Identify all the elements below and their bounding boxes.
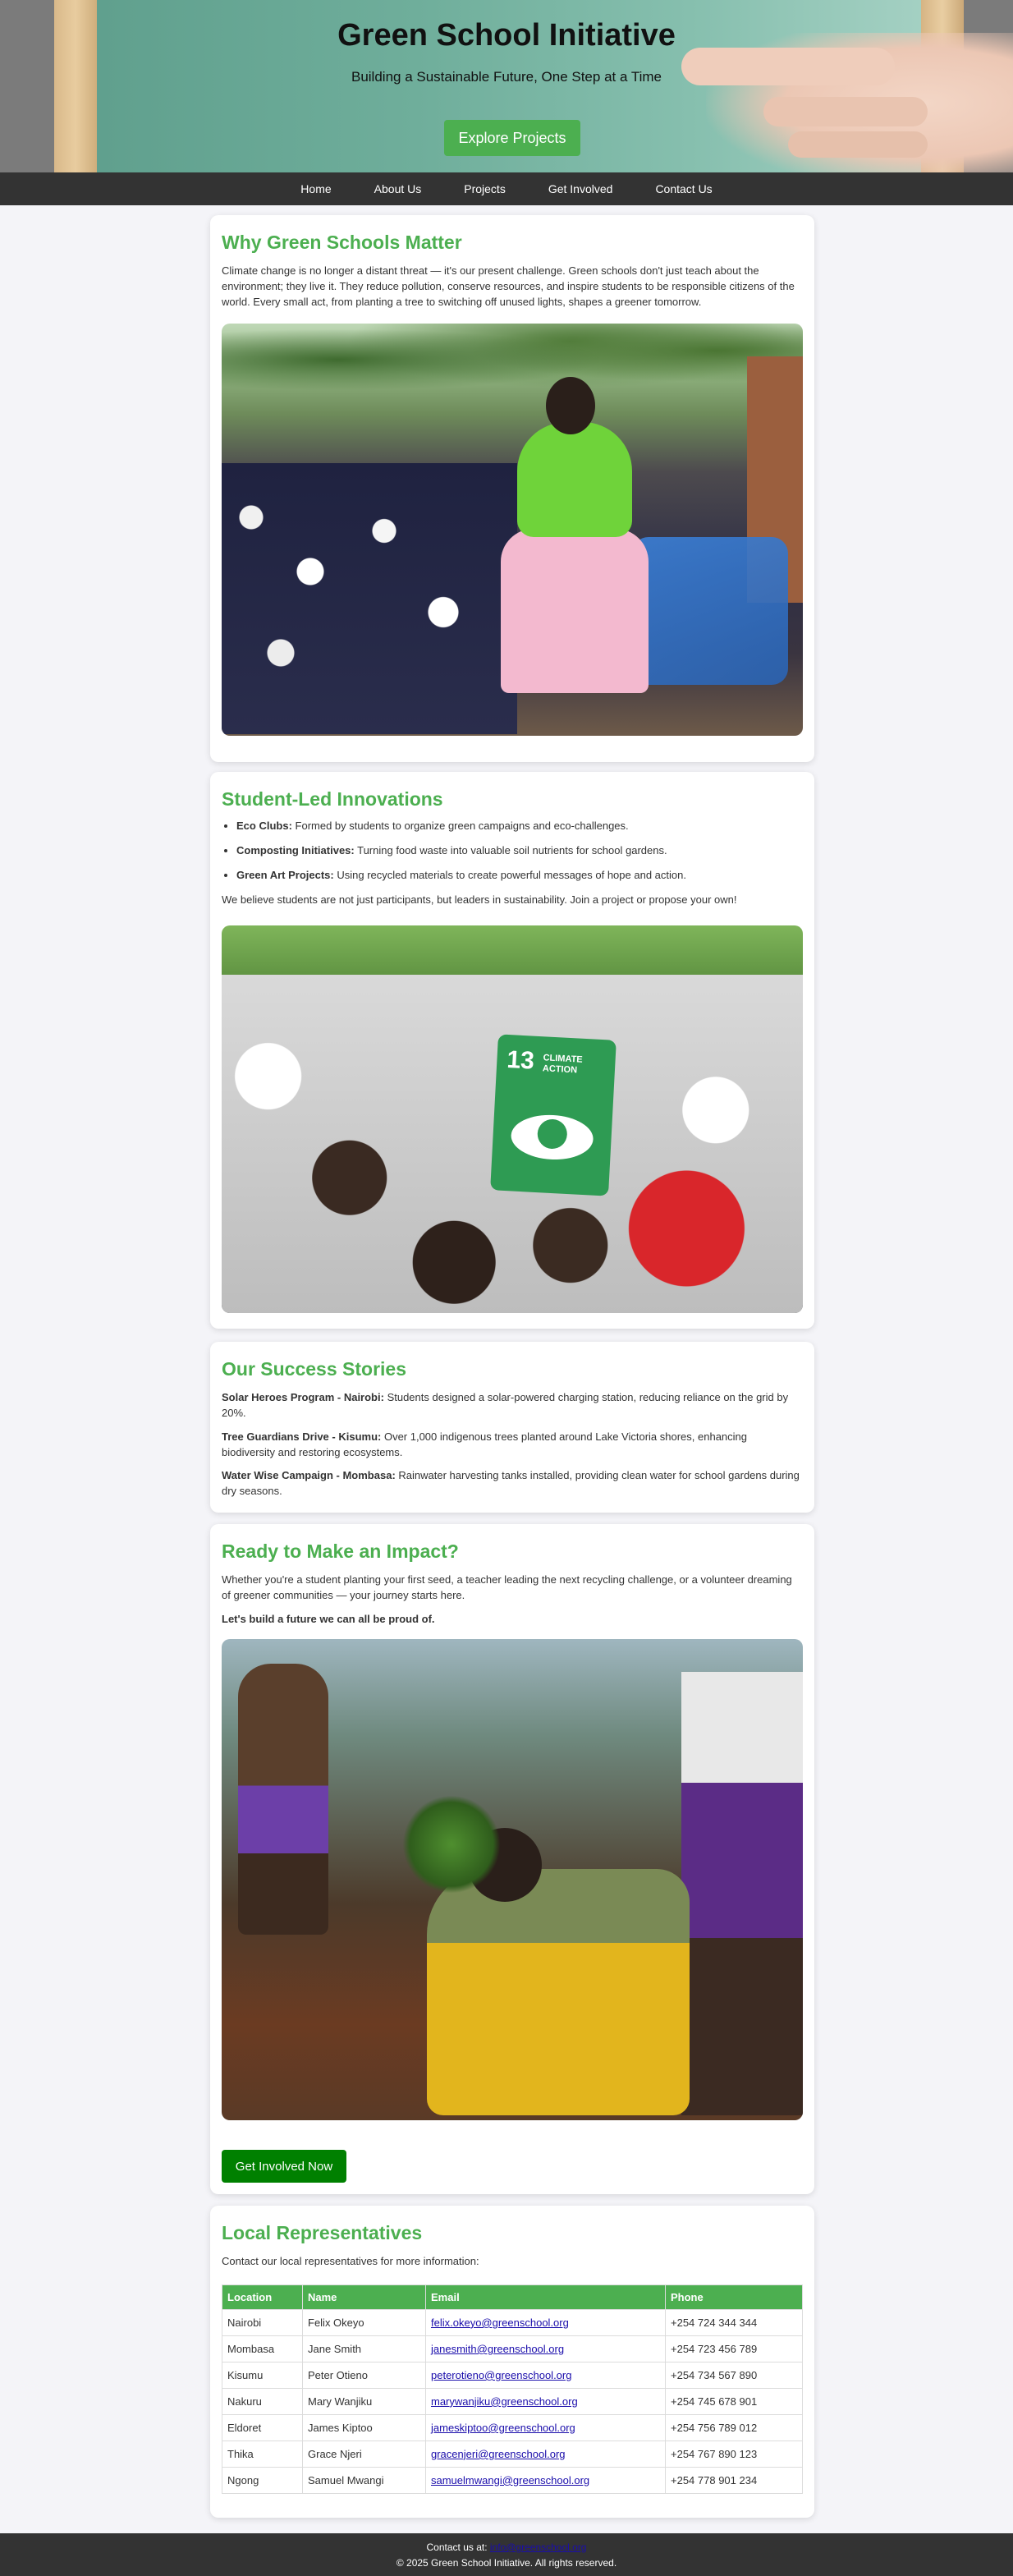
success-heading: Our Success Stories xyxy=(222,1358,406,1380)
nav-about-us[interactable]: About Us xyxy=(374,182,422,195)
column-header: Email xyxy=(425,2284,666,2310)
footer-email-link[interactable]: info@greenschool.org xyxy=(490,2542,587,2553)
success-section: Our Success Stories Solar Heroes Program… xyxy=(210,1342,814,1513)
column-header: Phone xyxy=(665,2284,803,2310)
innovations-paragraph: We believe students are not just partici… xyxy=(222,893,737,906)
why-heading: Why Green Schools Matter xyxy=(222,232,462,253)
footer-contact: Contact us at: info@greenschool.org xyxy=(426,2542,587,2553)
email-link[interactable]: gracenjeri@greenschool.org xyxy=(431,2448,566,2460)
page-title: Green School Initiative xyxy=(337,18,676,53)
email-link[interactable]: janesmith@greenschool.org xyxy=(431,2343,564,2355)
reps-intro: Contact our local representatives for mo… xyxy=(222,2255,479,2267)
nav-home[interactable]: Home xyxy=(300,182,331,195)
email-link[interactable]: felix.okeyo@greenschool.org xyxy=(431,2317,569,2329)
table-row: Ngong Samuel Mwangi samuelmwangi@greensc… xyxy=(222,2466,803,2494)
table-row: Nairobi Felix Okeyo felix.okeyo@greensch… xyxy=(222,2308,803,2336)
representatives-table: Location Name Email Phone Nairobi Felix … xyxy=(222,2284,803,2494)
list-item: Composting Initiatives: Turning food was… xyxy=(236,843,803,859)
list-item: Eco Clubs: Formed by students to organiz… xyxy=(236,819,803,834)
impact-paragraph: Whether you're a student planting your f… xyxy=(222,1573,792,1601)
footer-copyright: © 2025 Green School Initiative. All righ… xyxy=(396,2557,617,2569)
tree-planting-photo xyxy=(222,1638,803,2120)
get-involved-button[interactable]: Get Involved Now xyxy=(222,2150,346,2183)
nav-get-involved[interactable]: Get Involved xyxy=(548,182,613,195)
reps-heading: Local Representatives xyxy=(222,2222,423,2243)
table-header-row: Location Name Email Phone xyxy=(222,2284,803,2310)
innovations-section: Student-Led Innovations Eco Clubs: Forme… xyxy=(210,772,814,1329)
list-item: Green Art Projects: Using recycled mater… xyxy=(236,868,803,884)
hero-hand-finger xyxy=(788,131,928,158)
climate-action-students-photo: 13 CLIMATE ACTION xyxy=(222,925,803,1314)
success-story: Water Wise Campaign - Mombasa: Rainwater… xyxy=(222,1469,800,1498)
table-row: Nakuru Mary Wanjiku marywanjiku@greensch… xyxy=(222,2387,803,2415)
column-header: Location xyxy=(222,2284,303,2310)
email-link[interactable]: jameskiptoo@greenschool.org xyxy=(431,2422,575,2434)
success-story: Solar Heroes Program - Nairobi: Students… xyxy=(222,1391,789,1419)
success-story: Tree Guardians Drive - Kisumu: Over 1,00… xyxy=(222,1430,748,1458)
table-row: Kisumu Peter Otieno peterotieno@greensch… xyxy=(222,2361,803,2389)
impact-bold-line: Let's build a future we can all be proud… xyxy=(222,1612,435,1625)
table-row: Thika Grace Njeri gracenjeri@greenschool… xyxy=(222,2440,803,2468)
nav-projects[interactable]: Projects xyxy=(464,182,506,195)
hero-hand-finger xyxy=(763,97,928,126)
why-section: Why Green Schools Matter Climate change … xyxy=(210,215,814,762)
hero-subtitle: Building a Sustainable Future, One Step … xyxy=(351,69,662,85)
innovations-heading: Student-Led Innovations xyxy=(222,788,443,810)
main-nav: Home About Us Projects Get Involved Cont… xyxy=(0,172,1013,205)
email-link[interactable]: samuelmwangi@greenschool.org xyxy=(431,2474,589,2486)
students-gathering-photo xyxy=(222,323,803,736)
table-row: Mombasa Jane Smith janesmith@greenschool… xyxy=(222,2335,803,2362)
representatives-section: Local Representatives Contact our local … xyxy=(210,2206,814,2518)
nav-contact-us[interactable]: Contact Us xyxy=(655,182,712,195)
why-paragraph: Climate change is no longer a distant th… xyxy=(222,264,795,308)
table-row: Eldoret James Kiptoo jameskiptoo@greensc… xyxy=(222,2413,803,2441)
impact-section: Ready to Make an Impact? Whether you're … xyxy=(210,1524,814,2194)
climate-action-sign: 13 CLIMATE ACTION xyxy=(490,1034,617,1197)
innovations-list: Eco Clubs: Formed by students to organiz… xyxy=(236,819,803,884)
explore-projects-button[interactable]: Explore Projects xyxy=(444,120,580,156)
footer: Contact us at: info@greenschool.org © 20… xyxy=(0,2533,1013,2576)
email-link[interactable]: marywanjiku@greenschool.org xyxy=(431,2395,578,2408)
column-header: Name xyxy=(302,2284,426,2310)
email-link[interactable]: peterotieno@greenschool.org xyxy=(431,2369,571,2381)
hero-banner: Green School Initiative Building a Susta… xyxy=(0,0,1013,172)
impact-heading: Ready to Make an Impact? xyxy=(222,1541,459,1562)
